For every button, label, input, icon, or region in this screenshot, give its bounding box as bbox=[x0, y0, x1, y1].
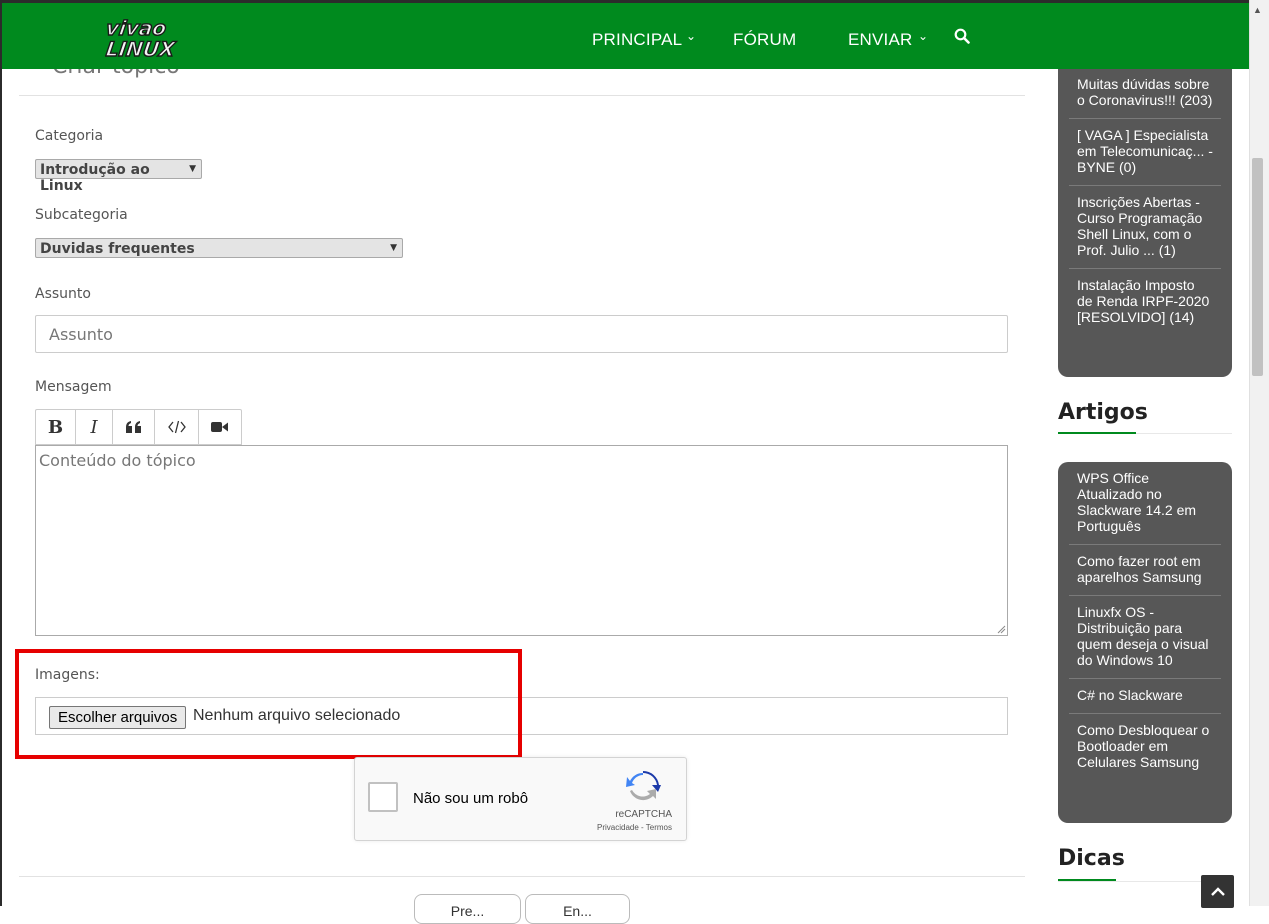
chevron-down-icon: ⌄ bbox=[686, 29, 697, 43]
recaptcha-label: Não sou um robô bbox=[413, 790, 529, 807]
chevron-up-icon bbox=[1210, 886, 1225, 896]
bold-button[interactable]: B bbox=[36, 410, 76, 444]
submit-button[interactable]: En... bbox=[525, 894, 630, 924]
dropdown-arrow-icon: ▼ bbox=[189, 164, 196, 174]
sidebar-topic-item[interactable]: Instalação Imposto de Renda IRPF-2020 [R… bbox=[1069, 269, 1221, 335]
site-header: vivao LINUX PRINCIPAL ⌄ FÓRUM ENVIAR ⌄ bbox=[2, 3, 1249, 69]
sidebar-topic-item[interactable]: Inscrições Abertas - Curso Programação S… bbox=[1069, 186, 1221, 269]
subcategory-value: Duvidas frequentes bbox=[40, 241, 195, 257]
editor-toolbar: B I bbox=[35, 409, 242, 445]
preview-button[interactable]: Pre... bbox=[414, 894, 521, 924]
nav-forum[interactable]: FÓRUM bbox=[733, 30, 796, 50]
category-select[interactable]: Introdução ao Linux ▼ bbox=[35, 159, 202, 194]
tips-accent bbox=[1058, 879, 1116, 881]
code-button[interactable] bbox=[155, 410, 199, 444]
sidebar-topic-item[interactable]: Muitas dúvidas sobre o Coronavirus!!! (2… bbox=[1069, 68, 1221, 119]
recaptcha-checkbox[interactable] bbox=[368, 782, 398, 812]
sidebar-article-item[interactable]: WPS Office Atualizado no Slackware 14.2 … bbox=[1069, 462, 1221, 545]
search-icon[interactable] bbox=[954, 28, 970, 49]
recaptcha-links[interactable]: Privacidade - Termos bbox=[597, 823, 672, 832]
category-value: Introdução ao Linux bbox=[40, 162, 150, 194]
back-to-top-button[interactable] bbox=[1201, 875, 1234, 908]
window-frame-left bbox=[0, 0, 2, 906]
tips-heading: Dicas bbox=[1058, 846, 1125, 871]
nav-enviar[interactable]: ENVIAR bbox=[848, 30, 913, 50]
highlight-box bbox=[15, 649, 522, 759]
scrollbar-track[interactable] bbox=[1249, 0, 1269, 906]
scrollbar-thumb[interactable] bbox=[1252, 158, 1263, 376]
video-button[interactable] bbox=[199, 410, 241, 444]
svg-text:LINUX: LINUX bbox=[105, 37, 178, 61]
subcategory-select[interactable]: Duvidas frequentes ▼ bbox=[35, 238, 403, 258]
video-icon bbox=[211, 422, 228, 432]
site-logo[interactable]: vivao LINUX bbox=[104, 15, 205, 66]
sidebar-topic-item[interactable]: [ VAGA ] Especialista em Telecomunicaç..… bbox=[1069, 119, 1221, 186]
bottom-divider bbox=[19, 876, 1025, 877]
subject-label: Assunto bbox=[35, 286, 91, 302]
message-textarea[interactable]: Conteúdo do tópico bbox=[35, 445, 1008, 636]
italic-button[interactable]: I bbox=[76, 410, 113, 444]
subject-input[interactable]: Assunto bbox=[35, 315, 1008, 353]
sidebar-article-item[interactable]: Como Desbloquear o Bootloader em Celular… bbox=[1069, 714, 1221, 780]
dropdown-arrow-icon: ▼ bbox=[390, 243, 397, 253]
quote-button[interactable] bbox=[113, 410, 155, 444]
subcategory-label: Subcategoria bbox=[35, 207, 128, 223]
quote-icon bbox=[125, 421, 141, 433]
recaptcha-widget: Não sou um robô reCAPTCHA Privacidade - … bbox=[354, 757, 687, 841]
sidebar-article-item[interactable]: Como fazer root em aparelhos Samsung bbox=[1069, 545, 1221, 596]
chevron-down-icon: ⌄ bbox=[918, 29, 929, 43]
sidebar-articles-box: WPS Office Atualizado no Slackware 14.2 … bbox=[1058, 462, 1232, 823]
articles-heading: Artigos bbox=[1058, 400, 1148, 425]
resize-grip-icon[interactable] bbox=[996, 624, 1006, 634]
sidebar-topics-box: Muitas dúvidas sobre o Coronavirus!!! (2… bbox=[1058, 20, 1232, 377]
scroll-up-arrow-icon[interactable]: ▲ bbox=[1253, 5, 1262, 15]
recaptcha-logo-icon bbox=[625, 770, 661, 809]
title-divider bbox=[19, 95, 1025, 96]
articles-accent bbox=[1058, 432, 1136, 434]
nav-principal[interactable]: PRINCIPAL bbox=[592, 30, 682, 50]
category-label: Categoria bbox=[35, 128, 104, 144]
sidebar-article-item[interactable]: Linuxfx OS - Distribuição para quem dese… bbox=[1069, 596, 1221, 679]
recaptcha-brand: reCAPTCHA bbox=[615, 809, 672, 820]
code-icon bbox=[167, 420, 186, 434]
sidebar-article-item[interactable]: C# no Slackware bbox=[1069, 679, 1221, 714]
message-label: Mensagem bbox=[35, 379, 112, 395]
